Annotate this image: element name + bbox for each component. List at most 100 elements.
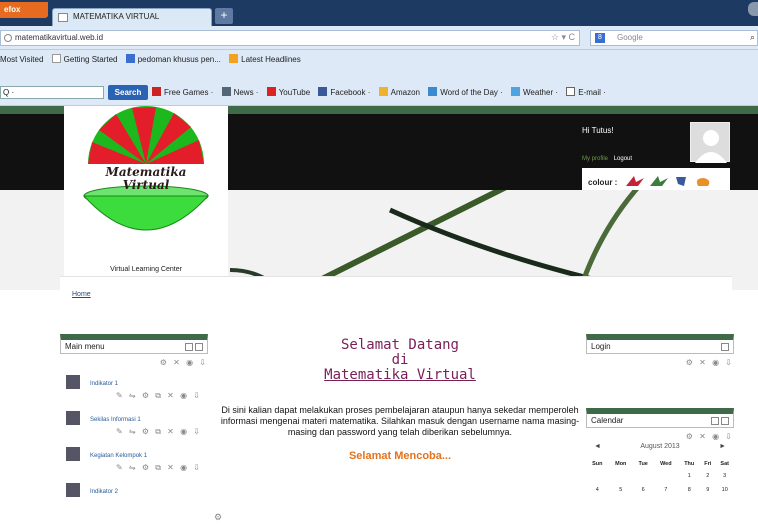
menu-item-label[interactable]: Indikator 1 <box>90 381 118 387</box>
toolbar-email[interactable]: E-mail · <box>566 87 606 97</box>
minimize-icon[interactable] <box>185 343 193 351</box>
window-control-icon[interactable] <box>748 2 758 16</box>
welcome-site-name: Matematika Virtual <box>324 367 476 383</box>
menu-item-label[interactable]: Sekilas Informasi 1 <box>90 417 141 423</box>
calendar-day[interactable]: 9 <box>700 483 715 497</box>
logout-link[interactable]: Logout <box>614 156 632 162</box>
search-engine-icon[interactable]: 8 <box>595 33 605 43</box>
bookmark-label: Latest Headlines <box>241 55 301 64</box>
calendar-day[interactable]: 10 <box>715 483 734 497</box>
block-edit-icons[interactable]: ⚙ ✕ ◉ ⇩ <box>586 432 734 441</box>
toolbar-item-label: Word of the Day · <box>440 88 503 97</box>
calendar-day <box>653 469 678 483</box>
dock-icon[interactable] <box>195 343 203 351</box>
toolbar-search-input[interactable]: Q · <box>0 86 104 99</box>
toolbar-item-label: Amazon <box>390 88 420 97</box>
dock-icon[interactable] <box>721 343 729 351</box>
block-header: Login <box>586 334 734 354</box>
weekday-header: Thu <box>684 461 695 467</box>
browser-titlebar: efox MATEMATIKA VIRTUAL + <box>0 0 758 26</box>
minimize-icon[interactable] <box>711 417 719 425</box>
blue-theme-icon[interactable] <box>675 177 686 186</box>
calendar-day[interactable]: 8 <box>678 483 700 497</box>
main-content: Selamat Datang di Matematika Virtual Di … <box>212 334 588 524</box>
calendar-month: August 2013 <box>640 443 680 450</box>
cheer-text: Selamat Mencoba... <box>348 450 452 462</box>
menu-item[interactable]: Kegiatan Kelompok 1 ✎ ⇋ ⚙ ⧉ ✕ ◉ ⇩ <box>60 443 208 479</box>
toolbar-item-label: E-mail · <box>578 88 606 97</box>
my-profile-link[interactable]: My profile <box>582 156 608 162</box>
calendar-day[interactable]: 7 <box>653 483 678 497</box>
orange-theme-icon[interactable] <box>696 178 709 186</box>
toolbar-item-label: Weather · <box>523 88 558 97</box>
new-tab-button[interactable]: + <box>215 8 233 24</box>
menu-item[interactable]: Indikator 2 <box>60 479 208 515</box>
calendar-day[interactable]: 5 <box>609 483 634 497</box>
block-header: Main menu <box>60 334 208 354</box>
greeting: Hi Tutus! <box>582 126 614 135</box>
breadcrumb: Home <box>60 276 732 306</box>
browser-tab[interactable]: MATEMATIKA VIRTUAL <box>52 8 212 26</box>
block-header: Calendar <box>586 408 734 428</box>
item-edit-icons[interactable]: ✎ ⇋ ⚙ ⧉ ✕ ◉ ⇩ <box>116 391 202 401</box>
breadcrumb-home-link[interactable]: Home <box>72 291 91 298</box>
menu-item-label[interactable]: Indikator 2 <box>90 489 118 495</box>
menu-item[interactable]: Indikator 1 ✎ ⇋ ⚙ ⧉ ✕ ◉ ⇩ <box>60 371 208 407</box>
calendar-day[interactable]: 1 <box>678 469 700 483</box>
site-logo[interactable]: Matematika Virtual Virtual Learning Cent… <box>64 106 228 286</box>
bookmark-star-icon[interactable]: ☆ ▾ C <box>551 32 575 43</box>
block-edit-icons[interactable]: ⚙ ✕ ◉ ⇩ <box>586 358 734 367</box>
calendar-day[interactable]: 4 <box>586 483 609 497</box>
web-page: Hi Tutus! My profile Logout colour : Mat… <box>0 106 758 524</box>
block-title: Main menu <box>65 342 105 351</box>
navigation-bar: matematikavirtual.web.id ☆ ▾ C 8 Google … <box>0 26 758 50</box>
search-icon[interactable]: ⌕ <box>750 32 755 43</box>
green-theme-icon[interactable] <box>649 176 668 186</box>
toolbar-news[interactable]: News · <box>221 87 258 97</box>
bookmark-label: pedoman khusus pen... <box>137 55 221 64</box>
url-bar[interactable]: matematikavirtual.web.id ☆ ▾ C <box>0 30 580 46</box>
weekday-header: Tue <box>638 461 648 467</box>
menu-item-label[interactable]: Kegiatan Kelompok 1 <box>90 453 147 459</box>
calendar-day[interactable]: 2 <box>700 469 715 483</box>
logo-title-line: Virtual <box>122 178 170 192</box>
toolbar-word-of-day[interactable]: Word of the Day · <box>428 87 503 97</box>
bookmark-getting-started[interactable]: Getting Started <box>51 54 117 64</box>
page-icon <box>66 411 80 425</box>
calendar-day <box>633 469 653 483</box>
web-search-field[interactable]: 8 Google ⌕ <box>590 30 758 46</box>
weekday-header: Sun <box>592 461 603 467</box>
item-edit-icons[interactable]: ✎ ⇋ ⚙ ⧉ ✕ ◉ ⇩ <box>116 427 202 437</box>
toolbar-weather[interactable]: Weather · <box>511 87 558 97</box>
bookmark-latest-headlines[interactable]: Latest Headlines <box>229 54 301 64</box>
toolbar-search-button[interactable]: Search <box>108 85 148 100</box>
menu-item[interactable]: Sekilas Informasi 1 ✎ ⇋ ⚙ ⧉ ✕ ◉ ⇩ <box>60 407 208 443</box>
weather-icon <box>511 87 521 96</box>
red-theme-icon[interactable] <box>625 176 644 186</box>
block-title: Login <box>591 342 611 351</box>
toolbar-amazon[interactable]: Amazon <box>378 87 420 97</box>
book-icon <box>428 87 438 96</box>
toolbar-facebook[interactable]: Facebook · <box>318 87 370 97</box>
firefox-menu-button[interactable]: efox <box>0 2 48 18</box>
welcome-line: di <box>391 352 409 368</box>
next-month-button[interactable]: ► <box>719 443 726 450</box>
page-icon <box>51 54 61 63</box>
dock-icon[interactable] <box>721 417 729 425</box>
youtube-icon <box>266 87 276 96</box>
colour-picker: colour : <box>582 168 730 192</box>
bookmark-most-visited[interactable]: Most Visited <box>0 55 43 64</box>
block-edit-icons[interactable]: ⚙ ✕ ◉ ⇩ <box>60 358 208 367</box>
calendar-day[interactable]: 6 <box>633 483 653 497</box>
avatar[interactable] <box>690 122 730 163</box>
weekday-header: Mon <box>615 461 627 467</box>
toolbar-youtube[interactable]: YouTube <box>266 87 310 97</box>
toolbar-free-games[interactable]: Free Games · <box>152 87 213 97</box>
globe-icon <box>4 34 12 42</box>
item-edit-icons[interactable]: ✎ ⇋ ⚙ ⧉ ✕ ◉ ⇩ <box>116 463 202 473</box>
calendar-day[interactable]: 3 <box>715 469 734 483</box>
bookmark-pedoman[interactable]: pedoman khusus pen... <box>125 54 221 64</box>
weekday-header: Sat <box>720 461 729 467</box>
colour-options <box>625 176 709 186</box>
weekday-header: Fri <box>704 461 712 467</box>
